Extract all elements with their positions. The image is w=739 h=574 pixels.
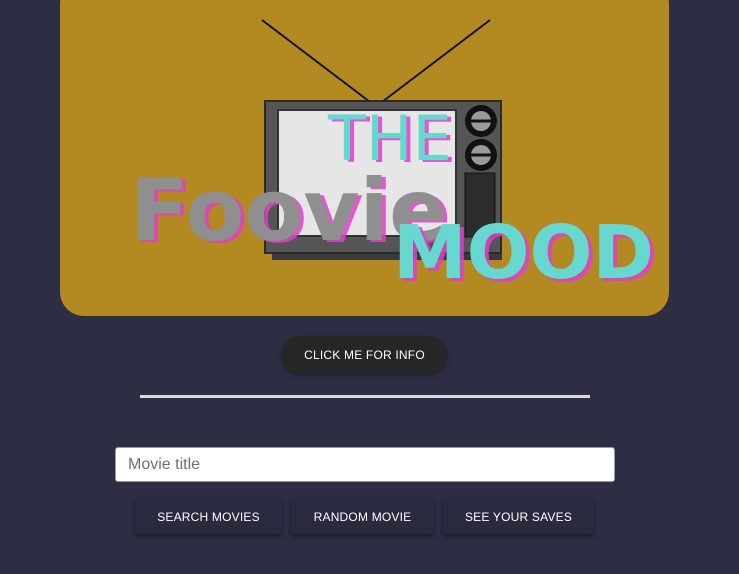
header-banner: THE THE Foovie Foovie MOOD MOOD	[60, 0, 669, 316]
divider	[140, 395, 590, 398]
logo-text: THE THE Foovie Foovie MOOD MOOD	[130, 102, 658, 299]
tv-antenna-icon	[261, 19, 491, 103]
page: THE THE Foovie Foovie MOOD MOOD CLICK ME…	[0, 0, 739, 574]
random-movie-button[interactable]: RANDOM MOVIE	[291, 499, 434, 534]
info-button[interactable]: CLICK ME FOR INFO	[282, 336, 447, 373]
logo-line2b: MOOD	[393, 210, 654, 296]
see-saves-button[interactable]: SEE YOUR SAVES	[443, 499, 594, 534]
movie-title-input[interactable]	[115, 447, 615, 482]
search-movies-button[interactable]: SEARCH MOVIES	[135, 499, 282, 534]
logo-illustration: THE THE Foovie Foovie MOOD MOOD	[130, 19, 658, 299]
